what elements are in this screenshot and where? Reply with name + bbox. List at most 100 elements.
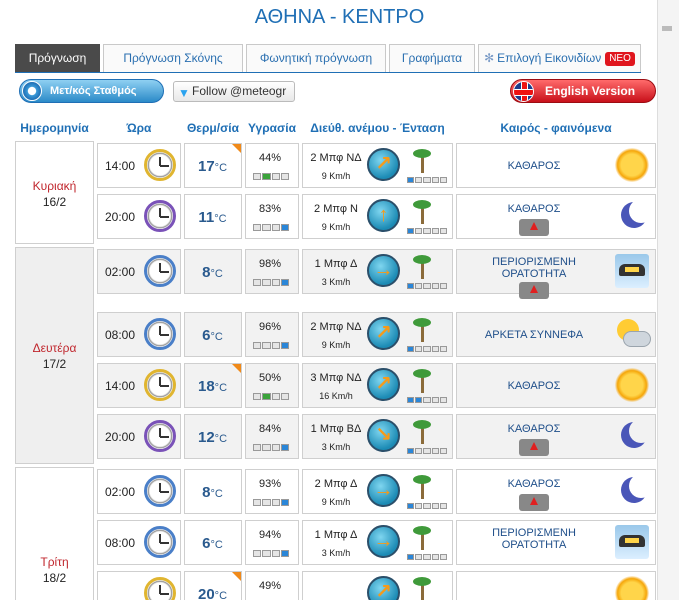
time-cell xyxy=(97,571,181,600)
wind-arrow: → xyxy=(373,530,394,552)
clock-icon xyxy=(144,420,176,452)
wind-force: 2 Μπφ ΝΔ xyxy=(310,152,362,164)
wind-arrow: ↗ xyxy=(375,373,392,395)
wind-direction-icon: → xyxy=(367,525,400,558)
forecast-time: 02:00 xyxy=(105,265,136,279)
palm-tree-icon xyxy=(411,147,433,173)
temperature-unit: °C xyxy=(214,590,228,600)
english-version-button[interactable]: English Version xyxy=(510,79,656,103)
wind-arrow: → xyxy=(373,259,394,281)
wind-cell: 1 Μπφ ΒΔ 3 Km/h ↘ xyxy=(302,414,453,459)
tab-label: Πρόγνωση xyxy=(28,51,87,65)
temp-cell: 11°C xyxy=(184,194,242,239)
humidity-cell: 84% xyxy=(245,414,299,459)
temp-cell: 12°C xyxy=(184,414,242,459)
temp-cell: 8°C xyxy=(184,249,242,294)
clock-icon xyxy=(144,475,176,507)
warning-badge-icon xyxy=(519,494,549,511)
english-label: English Version xyxy=(545,84,636,98)
wind-strength-bars xyxy=(407,554,448,560)
header-hour: Ώρα xyxy=(126,121,152,135)
clock-icon xyxy=(144,318,176,350)
new-badge: NEO xyxy=(605,52,635,66)
tab-forecast[interactable]: Πρόγνωση xyxy=(15,44,100,72)
wind-arrow: ↗ xyxy=(375,153,392,175)
humidity-value: 49% xyxy=(258,580,282,592)
wind-strength-bars xyxy=(407,448,448,454)
wind-speed: 9 Km/h xyxy=(321,171,351,181)
palm-tree-icon xyxy=(411,473,433,499)
wind-arrow: ↘ xyxy=(375,424,392,446)
time-cell: 02:00 xyxy=(97,469,181,514)
car-icon xyxy=(615,254,649,288)
wind-arrow: ↗ xyxy=(375,322,392,344)
twitter-follow-button[interactable]: ▼ Follow @meteogr xyxy=(173,81,295,102)
wind-direction-icon: → xyxy=(367,474,400,507)
wind-cell: 3 Μπφ ΝΔ 16 Km/h ↗ xyxy=(302,363,453,408)
wind-speed: 16 Km/h xyxy=(319,391,353,401)
scroll-thumb[interactable] xyxy=(662,26,672,31)
humidity-bars xyxy=(253,342,289,349)
time-cell: 08:00 xyxy=(97,520,181,565)
temperature-unit: °C xyxy=(214,213,227,225)
temperature-value: 20 xyxy=(197,586,215,600)
temperature-unit: °C xyxy=(210,488,223,500)
wind-direction-icon: → xyxy=(367,254,400,287)
temperature-unit: °C xyxy=(210,539,223,551)
humidity-value: 96% xyxy=(258,321,282,333)
tab-icon-selection[interactable]: ✻ Επιλογή Εικονιδίων NEO xyxy=(478,44,641,72)
tab-charts[interactable]: Γραφήματα xyxy=(389,44,475,72)
humidity-bars xyxy=(253,499,289,506)
car-icon xyxy=(615,525,649,559)
day-cell: Κυριακή 16/2 xyxy=(15,141,94,244)
humidity-bars xyxy=(253,224,289,231)
tab-voice-forecast[interactable]: Φωνητική πρόγνωση xyxy=(246,44,386,72)
wind-strength-bars xyxy=(407,503,448,509)
header-date: Ημερομηνία xyxy=(20,121,89,135)
tab-label: Φωνητική πρόγνωση xyxy=(259,51,373,65)
wind-cell: ↗ xyxy=(302,571,453,600)
wind-arrow: → xyxy=(373,479,394,501)
tab-label: Πρόγνωση Σκόνης xyxy=(123,51,223,65)
wind-arrow: ↑ xyxy=(378,204,389,226)
twitter-label: Follow @meteogr xyxy=(192,84,287,98)
day-cell: Τρίτη 18/2 xyxy=(15,467,94,600)
station-label: Μετ/κός Σταθμός xyxy=(50,85,137,97)
wind-force: 2 Μπφ Δ xyxy=(314,478,358,490)
humidity-bars xyxy=(253,393,289,400)
humidity-bars xyxy=(253,550,289,557)
temperature-value: 12 xyxy=(197,429,215,446)
weather-cell: ΚΑΘΑΡΟΣ xyxy=(456,414,656,459)
moon-icon xyxy=(615,199,653,233)
wind-speed: 9 Km/h xyxy=(321,340,351,350)
gear-icon: ✻ xyxy=(484,51,495,65)
temperature-value: 8 xyxy=(202,264,211,281)
clock-icon xyxy=(144,255,176,287)
tab-dust-forecast[interactable]: Πρόγνωση Σκόνης xyxy=(103,44,243,72)
palm-tree-icon xyxy=(411,253,433,279)
wind-cell: 2 Μπφ Δ 9 Km/h → xyxy=(302,469,453,514)
weather-station-button[interactable]: Μετ/κός Σταθμός xyxy=(19,79,164,103)
forecast-time: 14:00 xyxy=(105,379,136,393)
wind-force: 3 Μπφ ΝΔ xyxy=(310,372,362,384)
day-name: Κυριακή xyxy=(32,179,77,193)
humidity-value: 83% xyxy=(258,203,282,215)
scrollbar[interactable] xyxy=(657,0,679,600)
humidity-cell: 96% xyxy=(245,312,299,357)
palm-tree-icon xyxy=(411,575,433,600)
moon-icon xyxy=(615,474,653,508)
temperature-value: 6 xyxy=(202,535,211,552)
humidity-value: 44% xyxy=(258,152,282,164)
temp-cell: 6°C xyxy=(184,520,242,565)
forecast-time: 08:00 xyxy=(105,536,136,550)
forecast-time: 20:00 xyxy=(105,430,136,444)
weather-cell: ΑΡΚΕΤΑ ΣΥΝΝΕΦΑ xyxy=(456,312,656,357)
weather-cell: ΚΑΘΑΡΟΣ xyxy=(456,469,656,514)
humidity-bars xyxy=(253,173,289,180)
forecast-time: 02:00 xyxy=(105,485,136,499)
weather-condition: ΠΕΡΙΟΡΙΣΜΕΝΗ ΟΡΑΤΟΤΗΤΑ xyxy=(492,256,576,280)
wind-force: 1 Μπφ Δ xyxy=(314,529,358,541)
humidity-cell: 83% xyxy=(245,194,299,239)
wind-speed: 3 Km/h xyxy=(321,277,351,287)
wind-arrow: ↗ xyxy=(375,581,392,600)
